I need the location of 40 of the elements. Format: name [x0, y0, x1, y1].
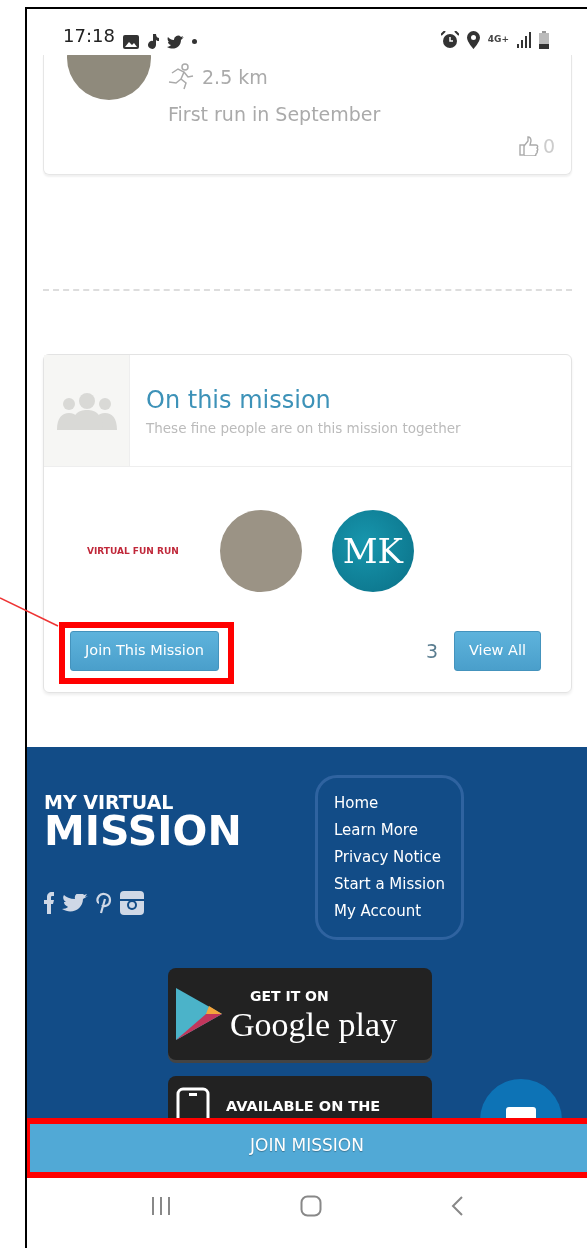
runner-icon	[168, 63, 194, 92]
badge-caption: AVAILABLE ON THE	[226, 1096, 381, 1116]
member-count: 3	[425, 638, 438, 664]
initials-avatar: MK	[331, 510, 414, 592]
logo-text: MISSION	[44, 811, 243, 851]
footer-link[interactable]: Home	[334, 790, 445, 817]
image-icon	[122, 34, 139, 49]
thumbs-up-icon[interactable]	[518, 136, 539, 157]
section-subtitle: These fine people are on this mission together	[146, 419, 461, 439]
location-pin-icon	[466, 31, 480, 49]
bird-icon	[166, 34, 184, 49]
status-time: 17:18	[63, 24, 115, 48]
dot-icon	[191, 39, 197, 44]
home-icon[interactable]	[300, 1195, 322, 1217]
camera-icon[interactable]	[120, 891, 144, 915]
signal-icon	[517, 32, 531, 48]
badge-caption: GET IT ON	[250, 986, 330, 1006]
footer-link[interactable]: My Account	[334, 898, 445, 925]
app-store-badge[interactable]: AVAILABLE ON THE	[168, 1076, 432, 1119]
music-note-icon	[146, 34, 159, 49]
app-store-badge[interactable]: GET IT ON Google play	[168, 968, 432, 1060]
battery-icon	[539, 31, 549, 49]
section-title: On this mission	[146, 385, 332, 417]
badge-title: Google play	[230, 1006, 398, 1043]
footer-link[interactable]: Learn More	[334, 817, 445, 844]
footer-link[interactable]: Start a Mission	[334, 871, 445, 898]
recent-apps-icon[interactable]	[151, 1197, 172, 1215]
logo-text: MY VIRTUAL	[44, 793, 175, 811]
footer-link[interactable]: Privacy Notice	[334, 844, 445, 871]
team-logo: VIRTUAL FUN RUN	[86, 545, 180, 558]
alarm-icon	[440, 31, 459, 49]
facebook-icon[interactable]	[44, 892, 54, 914]
people-icon	[54, 391, 119, 430]
bird-icon[interactable]	[62, 894, 88, 912]
network-label: 4G+	[487, 33, 509, 47]
back-icon[interactable]	[450, 1196, 463, 1216]
distance-text: 2.5 km	[202, 65, 268, 90]
play-triangle-icon	[176, 988, 222, 1040]
pinterest-icon[interactable]	[96, 892, 112, 914]
activity-title: First run in September	[168, 101, 382, 127]
